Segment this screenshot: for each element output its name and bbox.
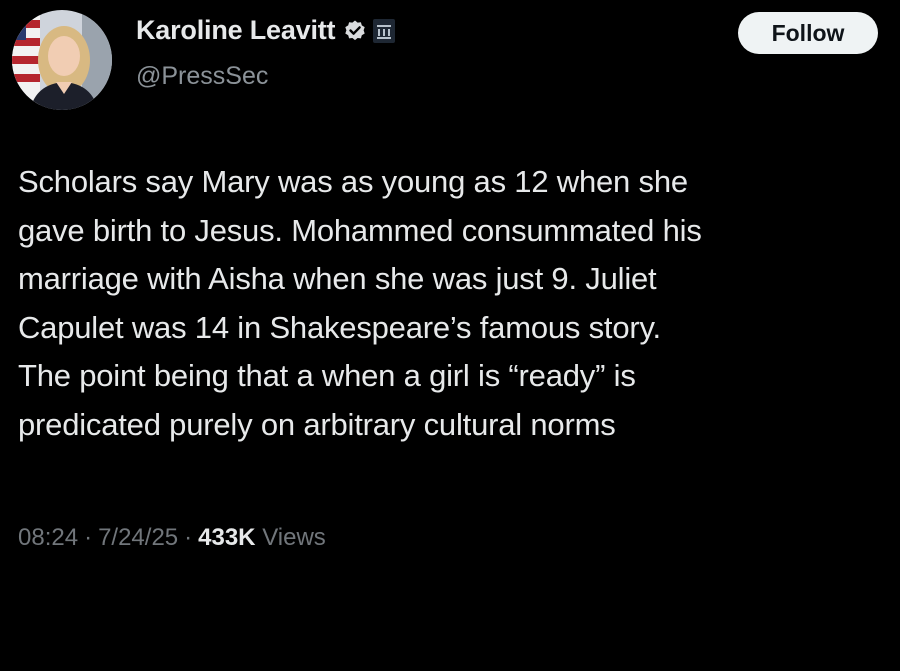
follow-button[interactable]: Follow — [738, 12, 878, 54]
views-label: Views — [262, 524, 326, 551]
post-time[interactable]: 08:24 — [18, 524, 78, 551]
separator-dot: · — [184, 524, 193, 551]
white-house-affiliation-icon[interactable] — [373, 18, 396, 43]
post-text-line: Scholars say Mary was as young as 12 whe… — [18, 164, 688, 199]
post-text: Scholars say Mary was as young as 12 whe… — [18, 158, 888, 449]
avatar-image — [12, 10, 112, 110]
author-handle[interactable]: @PressSec — [136, 62, 268, 91]
separator-dot: · — [84, 524, 93, 551]
tweet: Karoline Leavitt @PressSec Follow Schola… — [0, 0, 900, 671]
post-text-line: marriage with Aisha when she was just 9.… — [18, 261, 657, 296]
post-metadata: 08:24 · 7/24/25 · 433K Views — [18, 524, 326, 552]
post-text-line: predicated purely on arbitrary cultural … — [18, 406, 616, 442]
avatar[interactable] — [12, 10, 112, 110]
views-count: 433K — [198, 524, 256, 551]
author-display-name[interactable]: Karoline Leavitt — [136, 15, 336, 46]
author-name-row: Karoline Leavitt — [136, 15, 396, 46]
post-text-line: gave birth to Jesus. Mohammed consummate… — [18, 212, 702, 248]
verified-badge-icon — [343, 19, 367, 43]
post-text-line: Capulet was 14 in Shakespeare’s famous s… — [18, 309, 661, 345]
post-text-line: The point being that a when a girl is “r… — [18, 358, 636, 393]
post-date[interactable]: 7/24/25 — [98, 524, 178, 551]
